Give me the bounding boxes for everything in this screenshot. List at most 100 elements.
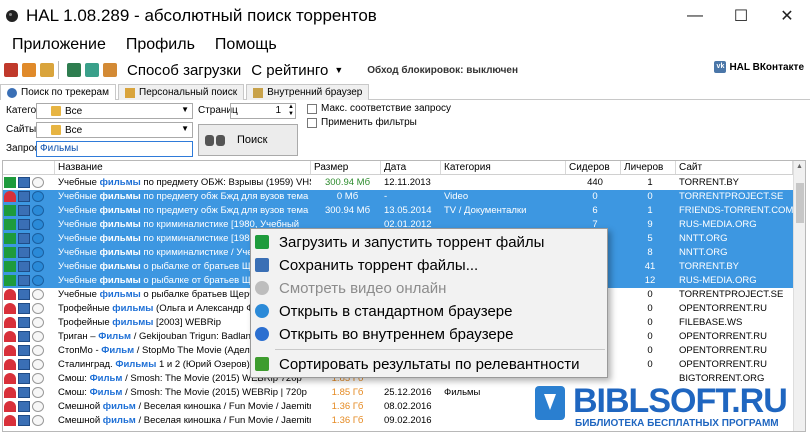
checkbox-box[interactable] bbox=[307, 103, 317, 114]
play-icon[interactable] bbox=[32, 401, 44, 412]
magnet-icon[interactable] bbox=[4, 219, 16, 230]
play-icon[interactable] bbox=[32, 191, 44, 202]
play-icon[interactable] bbox=[32, 219, 44, 230]
download-method-dropdown[interactable]: С рейтинго ▼ bbox=[251, 62, 343, 79]
save-icon[interactable] bbox=[18, 401, 30, 412]
play-icon[interactable] bbox=[32, 359, 44, 370]
ctx-open-internal-browser[interactable]: Открыть во внутреннем браузере bbox=[251, 323, 607, 345]
save-icon[interactable] bbox=[18, 247, 30, 258]
tab-internal-browser[interactable]: Внутренний браузер bbox=[246, 84, 370, 100]
save-icon[interactable] bbox=[18, 387, 30, 398]
play-icon[interactable] bbox=[32, 387, 44, 398]
network-icon[interactable] bbox=[67, 63, 81, 77]
query-input[interactable]: Фильмы bbox=[36, 141, 193, 157]
play-icon[interactable] bbox=[32, 247, 44, 258]
magnet-icon[interactable] bbox=[4, 289, 16, 300]
magnet-icon[interactable] bbox=[4, 191, 16, 202]
play-icon[interactable] bbox=[32, 317, 44, 328]
tab-tracker-search[interactable]: Поиск по трекерам bbox=[0, 84, 116, 100]
play-icon[interactable] bbox=[32, 373, 44, 384]
tab-personal-search[interactable]: Персональный поиск bbox=[118, 84, 245, 100]
play-icon[interactable] bbox=[32, 177, 44, 188]
magnet-icon[interactable] bbox=[4, 303, 16, 314]
menu-application[interactable]: Приложение bbox=[0, 34, 114, 56]
table-row[interactable]: Учебные фильмы по предмету ОБЖ: Взрывы (… bbox=[3, 176, 793, 190]
watermark: BIBLSOFT.RU БИБЛИОТЕКА БЕСПЛАТНЫХ ПРОГРА… bbox=[535, 376, 810, 432]
vk-button[interactable]: vk HAL ВКонтакте bbox=[714, 61, 804, 73]
save-icon[interactable] bbox=[18, 261, 30, 272]
ctx-download-run[interactable]: Загрузить и запустить торрент файлы bbox=[251, 231, 607, 253]
save-icon[interactable] bbox=[18, 191, 30, 202]
magnet-icon[interactable] bbox=[4, 177, 16, 188]
magnet-icon[interactable] bbox=[4, 331, 16, 342]
menu-profile[interactable]: Профиль bbox=[114, 34, 203, 56]
magnet-icon[interactable] bbox=[4, 317, 16, 328]
column-size[interactable]: Размер bbox=[311, 161, 381, 174]
tools-icon[interactable] bbox=[4, 63, 18, 77]
save-icon[interactable] bbox=[18, 345, 30, 356]
save-icon[interactable] bbox=[18, 233, 30, 244]
magnet-icon[interactable] bbox=[4, 401, 16, 412]
scroll-thumb[interactable] bbox=[796, 183, 804, 223]
magnet-icon[interactable] bbox=[4, 387, 16, 398]
save-icon[interactable] bbox=[18, 317, 30, 328]
save-icon[interactable] bbox=[18, 359, 30, 370]
magnet-icon[interactable] bbox=[4, 359, 16, 370]
scroll-up-icon[interactable]: ▲ bbox=[796, 163, 803, 170]
cube-icon[interactable] bbox=[85, 63, 99, 77]
magnet-icon[interactable] bbox=[4, 233, 16, 244]
magnet-icon[interactable] bbox=[4, 275, 16, 286]
save-icon[interactable] bbox=[18, 303, 30, 314]
play-icon[interactable] bbox=[32, 289, 44, 300]
play-icon[interactable] bbox=[32, 261, 44, 272]
max-match-checkbox[interactable]: Макс. соответствие запросу bbox=[307, 103, 451, 114]
save-icon[interactable] bbox=[18, 373, 30, 384]
menu-help[interactable]: Помощь bbox=[203, 34, 285, 56]
close-button[interactable]: ✕ bbox=[764, 0, 810, 32]
magnet-icon[interactable] bbox=[4, 415, 16, 426]
column-name[interactable]: Название bbox=[55, 161, 311, 174]
play-icon[interactable] bbox=[32, 303, 44, 314]
save-icon[interactable] bbox=[18, 205, 30, 216]
magnet-icon[interactable] bbox=[4, 261, 16, 272]
key-icon[interactable] bbox=[22, 63, 36, 77]
play-icon[interactable] bbox=[32, 275, 44, 286]
folder-icon[interactable] bbox=[40, 63, 54, 77]
play-icon[interactable] bbox=[32, 331, 44, 342]
table-row[interactable]: Учебные фильмы по предмету обж Бжд для в… bbox=[3, 204, 793, 218]
save-icon[interactable] bbox=[18, 415, 30, 426]
category-combo[interactable]: Все ▼ bbox=[36, 103, 193, 119]
spinner-arrows-icon[interactable]: ▲ ▼ bbox=[288, 104, 294, 118]
column-seeders[interactable]: Сидеров bbox=[566, 161, 621, 174]
magnet-icon[interactable] bbox=[4, 345, 16, 356]
column-leechers[interactable]: Личеров bbox=[621, 161, 676, 174]
search-button[interactable]: Поиск bbox=[198, 124, 298, 156]
save-icon[interactable] bbox=[18, 275, 30, 286]
save-icon[interactable] bbox=[18, 177, 30, 188]
palette-icon[interactable] bbox=[103, 63, 117, 77]
magnet-icon[interactable] bbox=[4, 373, 16, 384]
checkbox-box[interactable] bbox=[307, 117, 317, 128]
magnet-icon[interactable] bbox=[4, 205, 16, 216]
ctx-save-torrents[interactable]: Сохранить торрент файлы... bbox=[251, 254, 607, 276]
cell-name: Смош: Фильм / Smosh: The Movie (2015) WE… bbox=[55, 386, 311, 400]
apply-filters-checkbox[interactable]: Применить фильтры bbox=[307, 117, 417, 128]
column-site[interactable]: Сайт bbox=[676, 161, 793, 174]
play-icon[interactable] bbox=[32, 233, 44, 244]
play-icon[interactable] bbox=[32, 205, 44, 216]
pages-stepper[interactable]: 1 ▲ ▼ bbox=[230, 103, 296, 119]
save-icon[interactable] bbox=[18, 331, 30, 342]
play-icon[interactable] bbox=[32, 415, 44, 426]
sites-combo[interactable]: Все ▼ bbox=[36, 122, 193, 138]
column-category[interactable]: Категория bbox=[441, 161, 566, 174]
ctx-open-default-browser[interactable]: Открыть в стандартном браузере bbox=[251, 300, 607, 322]
magnet-icon[interactable] bbox=[4, 247, 16, 258]
play-icon[interactable] bbox=[32, 345, 44, 356]
save-icon[interactable] bbox=[18, 219, 30, 230]
table-row[interactable]: Учебные фильмы по предмету обж Бжд для в… bbox=[3, 190, 793, 204]
maximize-button[interactable]: ☐ bbox=[718, 0, 764, 32]
column-date[interactable]: Дата bbox=[381, 161, 441, 174]
ctx-sort-relevance[interactable]: Сортировать результаты по релевантности bbox=[251, 353, 607, 375]
save-icon[interactable] bbox=[18, 289, 30, 300]
minimize-button[interactable]: — bbox=[672, 0, 718, 32]
